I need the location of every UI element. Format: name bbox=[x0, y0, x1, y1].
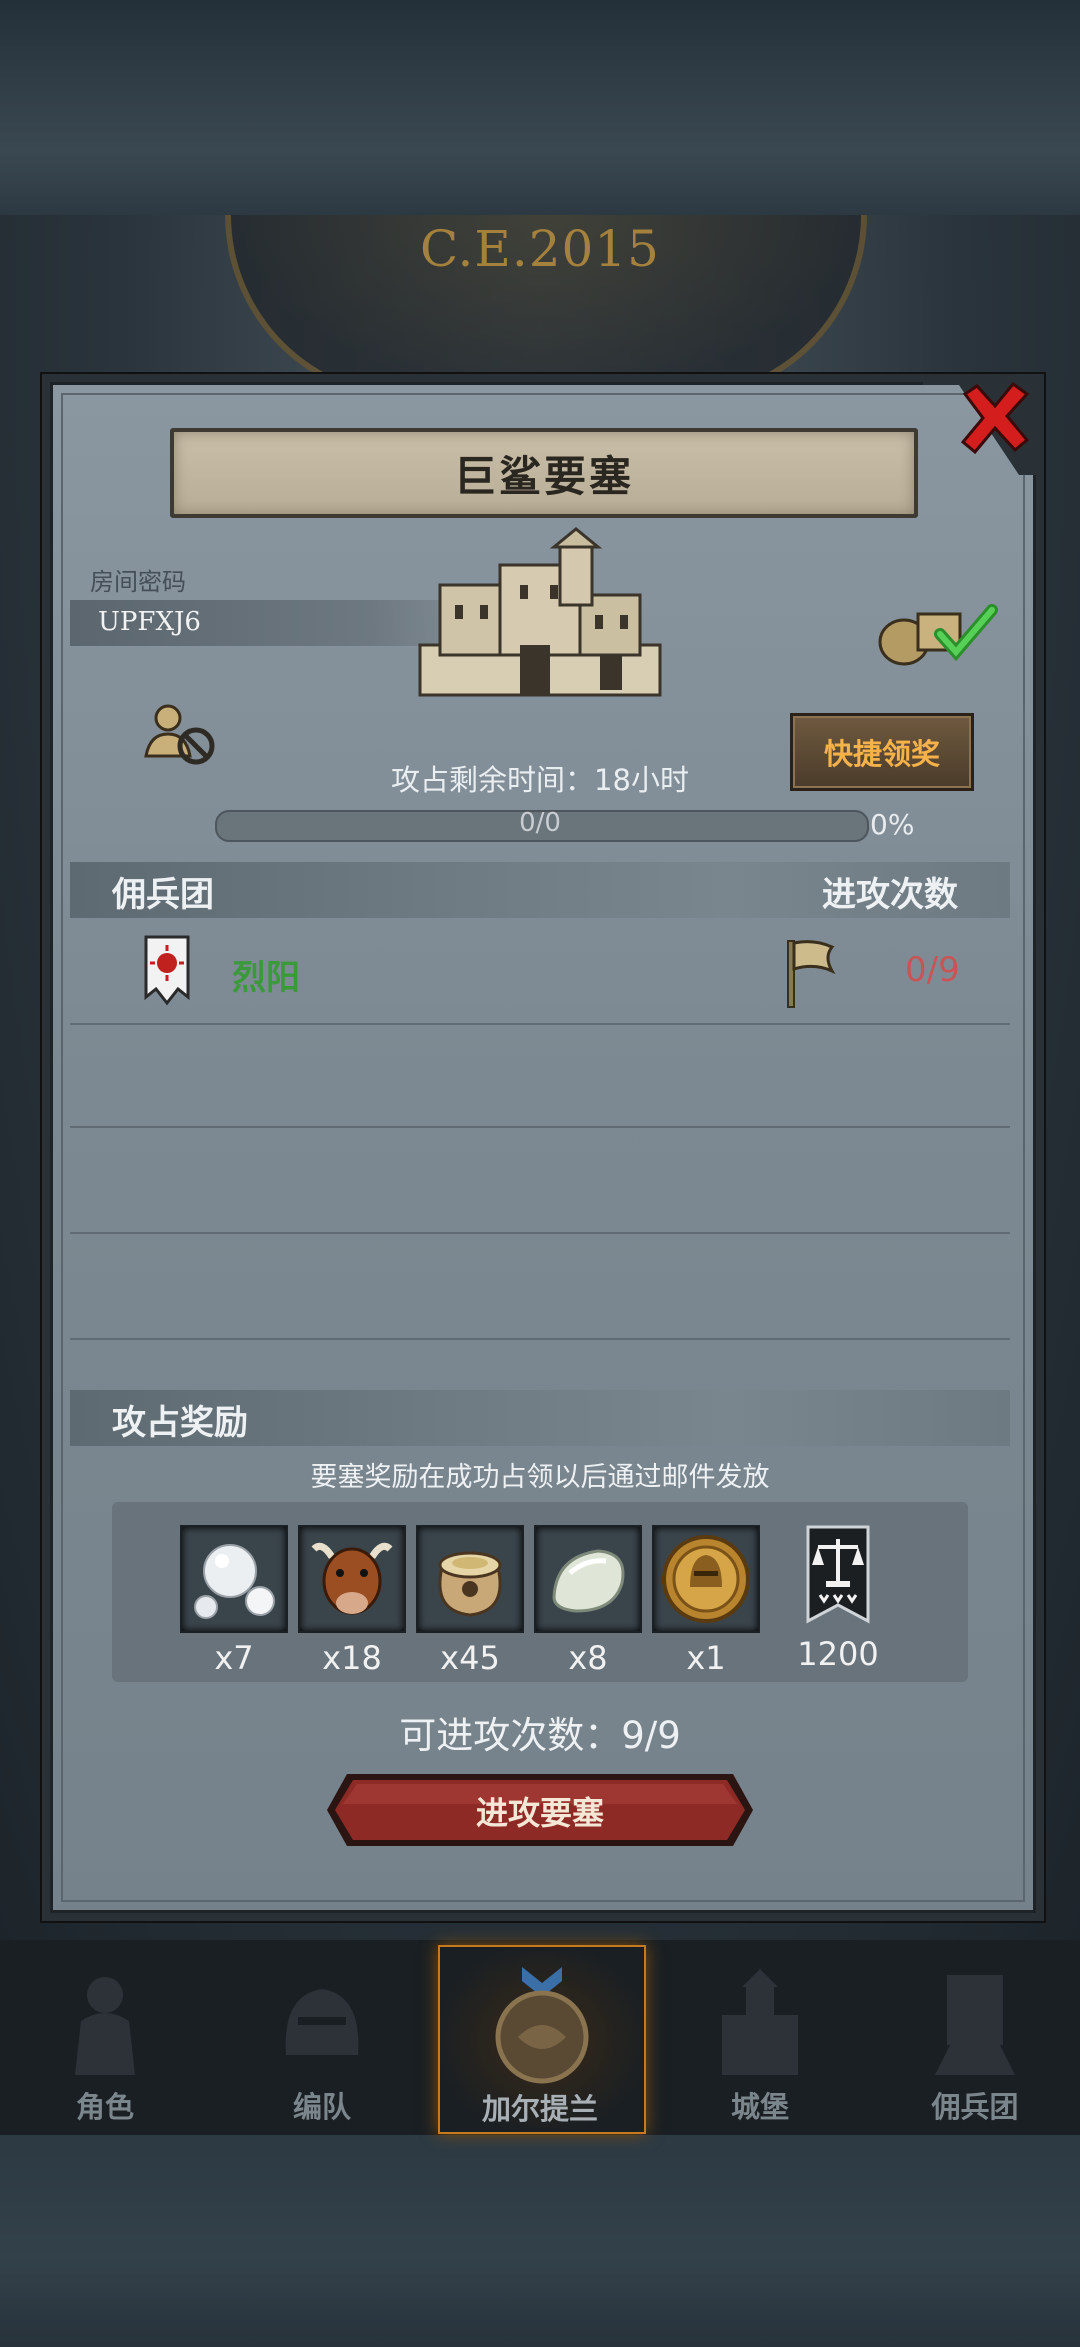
row-divider bbox=[70, 1338, 1010, 1340]
reward-qty: x18 bbox=[322, 1639, 382, 1677]
era-label: C.E.2015 bbox=[419, 220, 660, 278]
reward-qty: x45 bbox=[440, 1639, 500, 1677]
pearl-icon bbox=[194, 1544, 275, 1619]
nav-label: 城堡 bbox=[730, 2090, 789, 2124]
grain-sack-icon bbox=[438, 1551, 502, 1617]
justice-banner-icon bbox=[806, 1525, 870, 1624]
reward-qty: x7 bbox=[214, 1639, 254, 1677]
mercenary-icon bbox=[935, 1975, 1015, 2075]
capture-progress-text: 0/0 bbox=[519, 808, 561, 838]
rewards-note: 要塞奖励在成功占领以后通过邮件发放 bbox=[310, 1462, 770, 1493]
rewards-header: 攻占奖励 bbox=[112, 1403, 248, 1443]
map-medallion-icon bbox=[495, 1967, 589, 2084]
nav-label: 编队 bbox=[292, 2090, 351, 2124]
attack-fortress-button[interactable]: 进攻要塞 bbox=[325, 1770, 755, 1850]
close-icon bbox=[960, 381, 1030, 455]
reward-qty: x1 bbox=[686, 1639, 726, 1677]
row-divider bbox=[70, 1023, 1010, 1025]
nav-label: 佣兵团 bbox=[931, 2090, 1019, 2124]
reward-item[interactable]: x18 bbox=[298, 1525, 406, 1677]
mercenary-banner-icon bbox=[144, 935, 190, 1006]
reward-item[interactable]: x45 bbox=[416, 1525, 524, 1677]
mercenary-name[interactable]: 烈阳 bbox=[232, 950, 300, 999]
remaining-time-label: 攻占剩余时间：18小时 bbox=[391, 763, 689, 797]
attack-button-label: 进攻要塞 bbox=[475, 1794, 604, 1832]
attack-count-header: 进攻次数 bbox=[822, 875, 958, 915]
fortress-castle-icon bbox=[418, 527, 662, 697]
reward-item[interactable]: 1200 bbox=[786, 1525, 894, 1673]
reward-item[interactable]: x7 bbox=[180, 1525, 288, 1677]
loot-claimed-icon bbox=[878, 604, 998, 666]
helmet-icon bbox=[285, 1989, 359, 2055]
capture-progress-percent: 0% bbox=[870, 808, 915, 841]
bottom-background bbox=[0, 2130, 1080, 2347]
mercenary-header: 佣兵团 bbox=[112, 875, 214, 915]
white-stone-icon bbox=[552, 1549, 625, 1613]
attacks-available-label: 可进攻次数：9/9 bbox=[399, 1714, 681, 1757]
modal-title: 巨鲨要塞 bbox=[453, 451, 634, 501]
nav-tab-formation[interactable]: 编队 bbox=[222, 1945, 422, 2130]
reward-item[interactable]: x8 bbox=[534, 1525, 642, 1677]
knight-icon bbox=[75, 1977, 135, 2075]
reward-qty: x8 bbox=[568, 1639, 608, 1677]
reward-qty: 1200 bbox=[797, 1635, 879, 1673]
title-banner: 巨鲨要塞 bbox=[170, 428, 918, 518]
room-password-value[interactable]: UPFXJ6 bbox=[98, 607, 201, 637]
mercenary-attack-count: 0/9 bbox=[905, 950, 960, 990]
nav-tab-character[interactable]: 角色 bbox=[5, 1945, 205, 2130]
nav-tab-castle[interactable]: 城堡 bbox=[660, 1945, 860, 2130]
room-password-label: 房间密码 bbox=[90, 568, 186, 596]
attack-flag-icon bbox=[787, 940, 836, 1008]
knight-medal-icon bbox=[662, 1535, 750, 1623]
nav-tab-mercenary[interactable]: 佣兵团 bbox=[875, 1945, 1075, 2130]
top-background bbox=[0, 0, 1080, 215]
reward-item[interactable]: x1 bbox=[652, 1525, 760, 1677]
row-divider bbox=[70, 1126, 1010, 1128]
ox-icon bbox=[311, 1542, 393, 1615]
row-divider bbox=[70, 1232, 1010, 1234]
castle-icon bbox=[722, 1969, 798, 2075]
nav-label: 加尔提兰 bbox=[481, 2092, 598, 2126]
nav-label: 角色 bbox=[75, 2090, 134, 2124]
nav-tab-galtiran[interactable]: 加尔提兰 bbox=[438, 1945, 646, 2134]
close-button[interactable] bbox=[955, 378, 1035, 458]
